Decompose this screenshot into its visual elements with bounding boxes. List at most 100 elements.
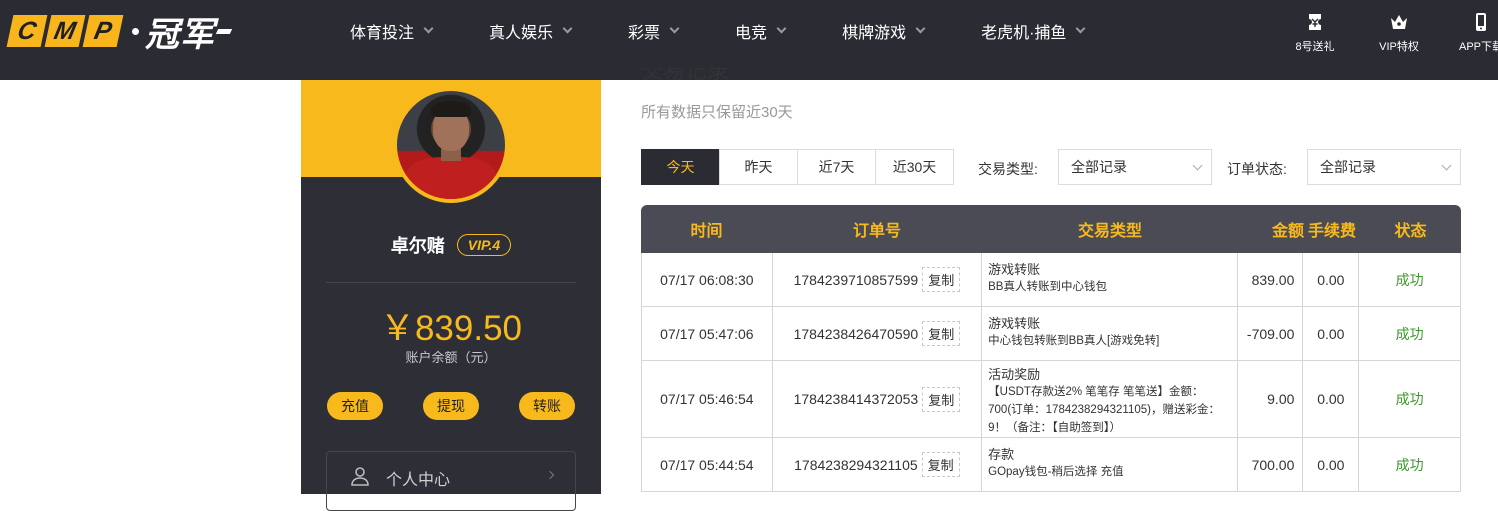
cell-type: 活动奖励【USDT存款送2% 笔笔存 笔笔送】金额：700(订单：1784238… [982,361,1238,437]
page-title-text: 交易记录 [641,68,729,80]
logo-letter: C [6,15,48,47]
order-number: 1784239710857599 [793,271,919,288]
type-filter-value: 全部记录 [1071,159,1127,175]
status-filter-label: 订单状态: [1227,161,1287,177]
user-icon [351,467,369,486]
type-desc: 中心钱包转账到BB真人[游戏免转] [988,335,1160,347]
tab-last-7-days[interactable]: 近7天 [797,149,876,185]
chevron-down-icon [423,23,434,34]
personal-center-link[interactable]: 个人中心 [326,451,576,511]
table-header: 时间 订单号 交易类型 金额 手续费 状态 [641,205,1461,253]
cell-status: 成功 [1395,325,1424,342]
nav-item-esports[interactable]: 电竞 [735,19,787,43]
gift-8th-link[interactable]: 8号送礼 [1280,12,1350,54]
type-desc: BB真人转账到中心钱包 [988,281,1107,293]
page-title: 交易记录 [641,68,729,80]
col-type: 交易类型 [1077,223,1142,240]
username: 卓尔赌 [390,236,445,256]
cell-fee: 0.00 [1303,361,1360,437]
tab-last-30-days[interactable]: 近30天 [875,149,954,185]
chevron-down-icon [1075,23,1086,34]
ticket-icon [1309,14,1321,30]
crown-icon [1391,15,1407,29]
type-desc: GOpay钱包-稍后选择 充值 [988,466,1124,478]
cell-amount: 9.00 [1238,361,1304,437]
cell-order: 1784238426470590 复制 [773,307,983,360]
cell-status: 成功 [1395,391,1424,407]
app-label: APP下载 [1458,41,1498,53]
avatar-hair [431,101,471,117]
type-title: 游戏转账 [988,316,1041,331]
col-order: 订单号 [852,223,901,240]
vip-label: VIP特权 [1379,41,1419,53]
vip-privilege-link[interactable]: VIP特权 [1364,12,1434,54]
nav-label: 真人娱乐 [489,25,554,42]
chevron-down-icon [1441,160,1452,171]
copy-button[interactable]: 复制 [922,267,961,292]
cell-status: 成功 [1395,271,1424,288]
top-nav-bar: C M P 冠军 体育投注 真人娱乐 彩票 电竞 棋牌游戏 老虎机·捕鱼 8号送… [0,0,1498,80]
status-filter-value: 全部记录 [1320,159,1376,175]
divider [326,282,576,283]
main-nav: 体育投注 真人娱乐 彩票 电竞 棋牌游戏 老虎机·捕鱼 [350,0,1141,62]
chevron-down-icon [562,23,573,34]
table-row: 07/17 05:44:54 1784238294321105 复制 存款 GOpa… [641,438,1461,492]
cell-order: 1784238414372053 复制 [773,361,983,437]
type-desc: 【USDT存款送2% 笔笔存 笔笔送】金额：700(订单：17842382943… [988,386,1220,434]
logo-dot [132,27,139,35]
site-logo[interactable]: C M P 冠军 [6,14,233,55]
logo-text: 冠军 [145,14,215,55]
cell-amount: -709.00 [1238,307,1304,360]
chevron-down-icon [776,23,787,34]
type-filter-label: 交易类型: [978,161,1038,177]
cell-time: 07/17 05:47:06 [642,307,773,360]
page-subtitle: 所有数据只保留近30天 [641,104,793,121]
logo-letter: P [82,15,124,47]
user-name-row: 卓尔赌 VIP.4 [301,232,601,258]
wallet-actions: 充值 提现 转账 [301,392,601,420]
personal-center-label: 个人中心 [386,472,451,489]
copy-button[interactable]: 复制 [922,386,961,412]
nav-item-sports[interactable]: 体育投注 [350,19,434,43]
cell-time: 07/17 05:44:54 [642,438,773,491]
avatar[interactable] [393,87,509,203]
withdraw-button[interactable]: 提现 [423,392,479,420]
logo-letter: M [44,15,86,47]
date-range-tabs: 今天 昨天 近7天 近30天 [641,149,954,185]
col-status: 状态 [1394,223,1427,240]
deposit-button[interactable]: 充值 [327,392,383,420]
col-amount: 金额 [1271,223,1304,240]
cell-order: 1784239710857599 复制 [773,253,983,306]
nav-item-slots-fishing[interactable]: 老虎机·捕鱼 [981,19,1086,43]
cell-fee: 0.00 [1303,438,1360,491]
cell-time: 07/17 05:46:54 [642,361,773,437]
col-fee: 手续费 [1307,223,1356,240]
chevron-down-icon [1192,160,1203,171]
table-row: 07/17 05:47:06 1784238426470590 复制 游戏转账中心… [641,307,1461,361]
copy-button[interactable]: 复制 [922,321,961,346]
nav-item-lottery[interactable]: 彩票 [628,19,680,43]
type-filter-select[interactable]: 全部记录 [1058,149,1212,185]
type-title: 游戏转账 [988,262,1041,277]
balance-amount: ￥839.50 [379,309,523,348]
app-download-link[interactable]: APP下载 [1446,12,1498,54]
tab-today[interactable]: 今天 [641,149,720,185]
copy-button[interactable]: 复制 [921,452,960,477]
cell-fee: 0.00 [1303,307,1360,360]
nav-item-chess-games[interactable]: 棋牌游戏 [842,19,926,43]
status-filter-select[interactable]: 全部记录 [1307,149,1461,185]
table-row: 07/17 06:08:30 1784239710857599 复制 游戏转账 BB… [641,253,1461,307]
phone-icon [1476,13,1486,31]
vip-badge: VIP.4 [456,234,512,256]
tab-yesterday[interactable]: 昨天 [719,149,798,185]
nav-item-live-casino[interactable]: 真人娱乐 [489,19,573,43]
ticket-label: 8号送礼 [1295,41,1335,53]
chevron-down-icon [915,23,926,34]
order-number: 1784238294321105 [794,456,918,473]
transfer-button[interactable]: 转账 [519,392,575,420]
col-time: 时间 [690,223,723,240]
transactions-table: 时间 订单号 交易类型 金额 手续费 状态 07/17 06:08:30 178… [641,205,1461,492]
cell-fee: 0.00 [1303,253,1360,306]
cell-order: 1784238294321105 复制 [773,438,983,491]
type-title: 活动奖励 [988,367,1041,382]
